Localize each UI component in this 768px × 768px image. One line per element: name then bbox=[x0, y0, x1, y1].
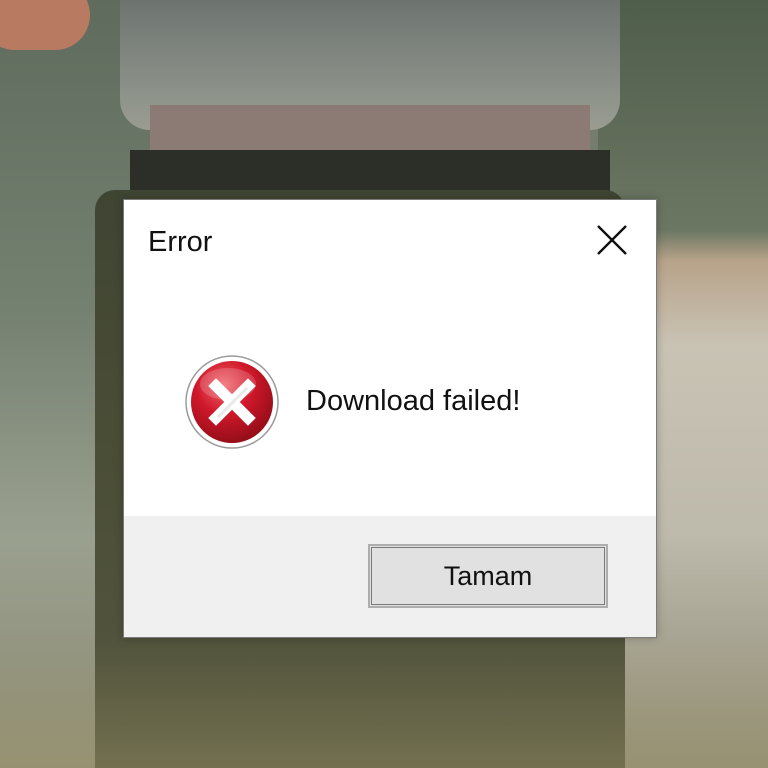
dialog-titlebar: Error bbox=[124, 200, 656, 288]
dialog-title: Error bbox=[148, 226, 213, 258]
close-icon bbox=[597, 225, 627, 255]
ok-button[interactable]: Tamam bbox=[368, 544, 608, 608]
error-dialog: Error Download failed! Tamam bbox=[123, 199, 657, 638]
background-ground bbox=[0, 640, 768, 768]
dialog-footer: Tamam bbox=[124, 516, 656, 637]
dialog-content: Download failed! bbox=[124, 288, 656, 516]
error-icon bbox=[184, 354, 280, 450]
close-button[interactable] bbox=[590, 218, 634, 262]
background-character-arm bbox=[0, 0, 90, 50]
error-message: Download failed! bbox=[306, 385, 521, 417]
